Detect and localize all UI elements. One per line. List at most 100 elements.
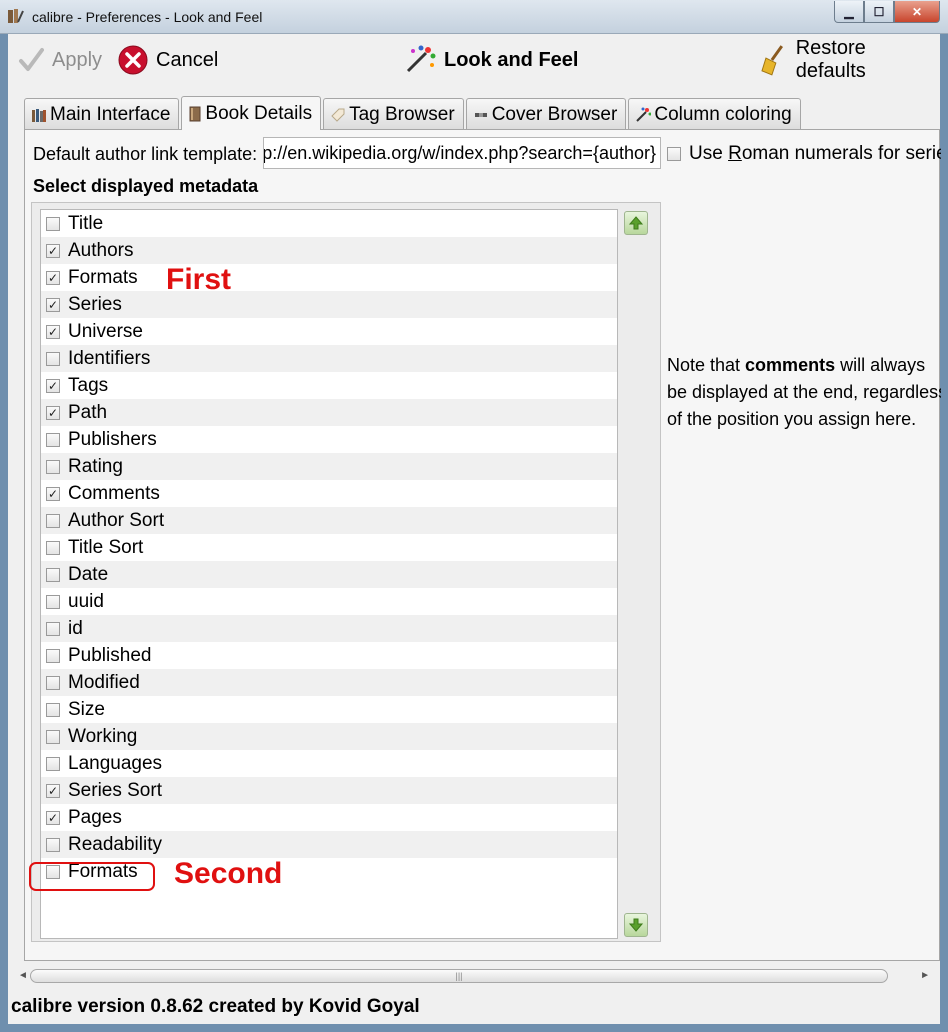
window-title: calibre - Preferences - Look and Feel	[32, 9, 263, 25]
metadata-list[interactable]: Title ✓ Authors ✓ Formats ✓ Series ✓ Universe Ide…	[40, 209, 618, 939]
tab-book-details[interactable]: Book Details	[181, 96, 322, 130]
metadata-checkbox[interactable]	[46, 216, 60, 231]
metadata-row[interactable]: Size	[41, 696, 617, 723]
metadata-checkbox[interactable]: ✓	[46, 297, 60, 312]
metadata-checkbox[interactable]	[46, 351, 60, 366]
metadata-checkbox[interactable]	[46, 702, 60, 717]
roman-numerals-label: Use Roman numerals for series	[689, 143, 941, 164]
metadata-checkbox[interactable]	[46, 567, 60, 582]
arrow-down-icon	[628, 918, 644, 932]
metadata-checkbox[interactable]: ✓	[46, 243, 60, 258]
metadata-label: Tags	[68, 374, 109, 396]
tab-column-coloring[interactable]: Column coloring	[628, 98, 801, 130]
tab-cover-browser[interactable]: Cover Browser	[465, 98, 627, 130]
magic-wand-icon	[406, 45, 436, 73]
metadata-row[interactable]: Languages	[41, 750, 617, 777]
metadata-row[interactable]: Date	[41, 561, 617, 588]
author-link-value: http://en.wikipedia.org/w/index.php?sear…	[263, 143, 656, 163]
metadata-label: uuid	[68, 590, 104, 612]
metadata-checkbox[interactable]	[46, 729, 60, 744]
tab-label: Main Interface	[50, 103, 171, 125]
author-link-input[interactable]: http://en.wikipedia.org/w/index.php?sear…	[263, 137, 661, 169]
metadata-row[interactable]: uuid	[41, 588, 617, 615]
metadata-row[interactable]: Author Sort	[41, 507, 617, 534]
metadata-label: Pages	[68, 806, 122, 828]
metadata-checkbox[interactable]	[46, 594, 60, 609]
metadata-row[interactable]: Working	[41, 723, 617, 750]
metadata-label: Readability	[68, 833, 162, 855]
cancel-button[interactable]: Cancel	[118, 44, 218, 76]
tab-label: Book Details	[205, 102, 313, 124]
metadata-checkbox[interactable]: ✓	[46, 486, 60, 501]
broom-icon	[761, 45, 784, 76]
metadata-checkbox[interactable]: ✓	[46, 270, 60, 285]
metadata-row[interactable]: ✓ Series Sort	[41, 777, 617, 804]
tab-bar: Main Interface Book Details Tag Browser …	[24, 96, 803, 130]
metadata-row[interactable]: ✓ Series	[41, 291, 617, 318]
metadata-row[interactable]: Readability	[41, 831, 617, 858]
book-icon	[189, 106, 201, 121]
metadata-checkbox[interactable]	[46, 675, 60, 690]
metadata-checkbox[interactable]	[46, 432, 60, 447]
metadata-checkbox[interactable]	[46, 621, 60, 636]
title-bar: calibre - Preferences - Look and Feel ▁ …	[0, 0, 948, 34]
restore-defaults-label: Restore defaults	[795, 37, 866, 82]
metadata-row[interactable]: Published	[41, 642, 617, 669]
scroll-left-icon[interactable]: ◄	[18, 970, 28, 981]
metadata-row[interactable]: id	[41, 615, 617, 642]
metadata-label: Universe	[68, 320, 143, 342]
scroll-right-icon[interactable]: ►	[920, 970, 930, 981]
status-bar: calibre version 0.8.62 created by Kovid …	[11, 996, 420, 1017]
metadata-label: id	[68, 617, 83, 639]
metadata-row[interactable]: ✓ Pages	[41, 804, 617, 831]
metadata-row[interactable]: Rating	[41, 453, 617, 480]
roman-numerals-box[interactable]	[667, 147, 681, 161]
metadata-checkbox[interactable]: ✓	[46, 324, 60, 339]
metadata-checkbox[interactable]: ✓	[46, 378, 60, 393]
metadata-label: Publishers	[68, 428, 157, 450]
metadata-label: Series	[68, 293, 122, 315]
metadata-row[interactable]: Title	[41, 210, 617, 237]
metadata-checkbox[interactable]: ✓	[46, 810, 60, 825]
metadata-row[interactable]: Identifiers	[41, 345, 617, 372]
metadata-row[interactable]: ✓ Path	[41, 399, 617, 426]
metadata-checkbox[interactable]	[46, 513, 60, 528]
metadata-checkbox[interactable]	[46, 837, 60, 852]
palette-icon	[636, 107, 652, 122]
metadata-label: Identifiers	[68, 347, 151, 369]
metadata-checkbox[interactable]	[46, 459, 60, 474]
metadata-checkbox[interactable]: ✓	[46, 405, 60, 420]
cover-icon	[474, 112, 487, 117]
metadata-row[interactable]: ✓ Tags	[41, 372, 617, 399]
metadata-checkbox[interactable]	[46, 540, 60, 555]
horizontal-scrollbar[interactable]: ◄ ||| ►	[16, 968, 932, 986]
metadata-label: Formats	[68, 266, 138, 288]
metadata-checkbox[interactable]	[46, 756, 60, 771]
metadata-checkbox[interactable]	[46, 648, 60, 663]
metadata-row[interactable]: ✓ Comments	[41, 480, 617, 507]
cancel-icon	[118, 45, 148, 75]
metadata-checkbox[interactable]: ✓	[46, 783, 60, 798]
metadata-label: Path	[68, 401, 108, 423]
metadata-row[interactable]: Title Sort	[41, 534, 617, 561]
select-metadata-heading: Select displayed metadata	[33, 176, 259, 196]
scrollbar-thumb[interactable]: |||	[30, 969, 888, 983]
window-controls: ▁ ☐ ✕	[834, 1, 940, 23]
tab-main-interface[interactable]: Main Interface	[24, 98, 180, 130]
maximize-button[interactable]: ☐	[864, 1, 894, 23]
metadata-row[interactable]: Publishers	[41, 426, 617, 453]
close-button[interactable]: ✕	[894, 1, 940, 23]
metadata-row[interactable]: Modified	[41, 669, 617, 696]
tab-tag-browser[interactable]: Tag Browser	[323, 98, 464, 130]
restore-defaults-button[interactable]: Restore defaults	[760, 37, 940, 82]
apply-button[interactable]: Apply	[18, 44, 102, 76]
metadata-row[interactable]: ✓ Universe	[41, 318, 617, 345]
checkmark-icon	[19, 48, 44, 71]
roman-numerals-checkbox[interactable]: Use Roman numerals for series	[667, 143, 941, 165]
move-down-button[interactable]	[624, 913, 648, 937]
section-title: Look and Feel	[404, 44, 578, 76]
metadata-row[interactable]: ✓ Authors	[41, 237, 617, 264]
minimize-button[interactable]: ▁	[834, 1, 864, 23]
metadata-row[interactable]: ✓ Formats	[41, 264, 617, 291]
move-up-button[interactable]	[624, 211, 648, 235]
